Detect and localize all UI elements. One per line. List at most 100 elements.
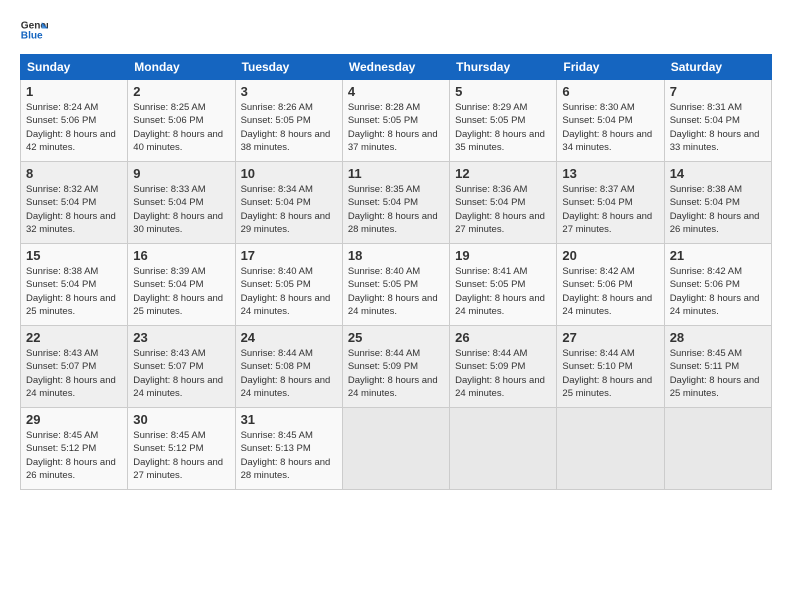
weekday-header-tuesday: Tuesday xyxy=(235,55,342,80)
day-cell: 8 Sunrise: 8:32 AMSunset: 5:04 PMDayligh… xyxy=(21,162,128,244)
day-number: 29 xyxy=(26,412,122,427)
day-cell: 11 Sunrise: 8:35 AMSunset: 5:04 PMDaylig… xyxy=(342,162,449,244)
day-number: 14 xyxy=(670,166,766,181)
day-number: 31 xyxy=(241,412,337,427)
day-cell: 28 Sunrise: 8:45 AMSunset: 5:11 PMDaylig… xyxy=(664,326,771,408)
day-number: 13 xyxy=(562,166,658,181)
logo-icon: General Blue xyxy=(20,16,48,44)
day-number: 26 xyxy=(455,330,551,345)
day-cell: 20 Sunrise: 8:42 AMSunset: 5:06 PMDaylig… xyxy=(557,244,664,326)
day-cell: 13 Sunrise: 8:37 AMSunset: 5:04 PMDaylig… xyxy=(557,162,664,244)
day-cell: 22 Sunrise: 8:43 AMSunset: 5:07 PMDaylig… xyxy=(21,326,128,408)
day-number: 18 xyxy=(348,248,444,263)
day-number: 11 xyxy=(348,166,444,181)
day-detail: Sunrise: 8:24 AMSunset: 5:06 PMDaylight:… xyxy=(26,102,116,153)
day-number: 20 xyxy=(562,248,658,263)
day-cell: 6 Sunrise: 8:30 AMSunset: 5:04 PMDayligh… xyxy=(557,80,664,162)
day-cell: 2 Sunrise: 8:25 AMSunset: 5:06 PMDayligh… xyxy=(128,80,235,162)
day-detail: Sunrise: 8:31 AMSunset: 5:04 PMDaylight:… xyxy=(670,102,760,153)
calendar: SundayMondayTuesdayWednesdayThursdayFrid… xyxy=(20,54,772,490)
day-number: 5 xyxy=(455,84,551,99)
day-detail: Sunrise: 8:41 AMSunset: 5:05 PMDaylight:… xyxy=(455,266,545,317)
day-number: 25 xyxy=(348,330,444,345)
day-detail: Sunrise: 8:30 AMSunset: 5:04 PMDaylight:… xyxy=(562,102,652,153)
day-number: 17 xyxy=(241,248,337,263)
day-detail: Sunrise: 8:37 AMSunset: 5:04 PMDaylight:… xyxy=(562,184,652,235)
day-cell: 25 Sunrise: 8:44 AMSunset: 5:09 PMDaylig… xyxy=(342,326,449,408)
day-cell: 16 Sunrise: 8:39 AMSunset: 5:04 PMDaylig… xyxy=(128,244,235,326)
day-detail: Sunrise: 8:44 AMSunset: 5:09 PMDaylight:… xyxy=(455,348,545,399)
day-detail: Sunrise: 8:45 AMSunset: 5:12 PMDaylight:… xyxy=(26,430,116,481)
weekday-header-wednesday: Wednesday xyxy=(342,55,449,80)
day-detail: Sunrise: 8:33 AMSunset: 5:04 PMDaylight:… xyxy=(133,184,223,235)
day-detail: Sunrise: 8:45 AMSunset: 5:11 PMDaylight:… xyxy=(670,348,760,399)
week-row-1: 1 Sunrise: 8:24 AMSunset: 5:06 PMDayligh… xyxy=(21,80,772,162)
day-cell: 23 Sunrise: 8:43 AMSunset: 5:07 PMDaylig… xyxy=(128,326,235,408)
day-detail: Sunrise: 8:45 AMSunset: 5:12 PMDaylight:… xyxy=(133,430,223,481)
weekday-header-thursday: Thursday xyxy=(450,55,557,80)
calendar-body: 1 Sunrise: 8:24 AMSunset: 5:06 PMDayligh… xyxy=(21,80,772,490)
day-cell: 1 Sunrise: 8:24 AMSunset: 5:06 PMDayligh… xyxy=(21,80,128,162)
day-detail: Sunrise: 8:44 AMSunset: 5:08 PMDaylight:… xyxy=(241,348,331,399)
weekday-header-monday: Monday xyxy=(128,55,235,80)
day-detail: Sunrise: 8:43 AMSunset: 5:07 PMDaylight:… xyxy=(133,348,223,399)
day-cell: 19 Sunrise: 8:41 AMSunset: 5:05 PMDaylig… xyxy=(450,244,557,326)
header: General Blue xyxy=(20,16,772,44)
day-number: 10 xyxy=(241,166,337,181)
day-cell: 30 Sunrise: 8:45 AMSunset: 5:12 PMDaylig… xyxy=(128,408,235,490)
day-detail: Sunrise: 8:36 AMSunset: 5:04 PMDaylight:… xyxy=(455,184,545,235)
day-number: 4 xyxy=(348,84,444,99)
day-cell: 26 Sunrise: 8:44 AMSunset: 5:09 PMDaylig… xyxy=(450,326,557,408)
weekday-header-sunday: Sunday xyxy=(21,55,128,80)
week-row-2: 8 Sunrise: 8:32 AMSunset: 5:04 PMDayligh… xyxy=(21,162,772,244)
day-detail: Sunrise: 8:38 AMSunset: 5:04 PMDaylight:… xyxy=(26,266,116,317)
day-cell: 17 Sunrise: 8:40 AMSunset: 5:05 PMDaylig… xyxy=(235,244,342,326)
day-detail: Sunrise: 8:28 AMSunset: 5:05 PMDaylight:… xyxy=(348,102,438,153)
week-row-5: 29 Sunrise: 8:45 AMSunset: 5:12 PMDaylig… xyxy=(21,408,772,490)
day-number: 1 xyxy=(26,84,122,99)
day-number: 6 xyxy=(562,84,658,99)
day-detail: Sunrise: 8:43 AMSunset: 5:07 PMDaylight:… xyxy=(26,348,116,399)
day-cell: 5 Sunrise: 8:29 AMSunset: 5:05 PMDayligh… xyxy=(450,80,557,162)
day-cell: 21 Sunrise: 8:42 AMSunset: 5:06 PMDaylig… xyxy=(664,244,771,326)
page: General Blue SundayMondayTuesdayWednesda… xyxy=(0,0,792,500)
day-cell: 24 Sunrise: 8:44 AMSunset: 5:08 PMDaylig… xyxy=(235,326,342,408)
day-number: 7 xyxy=(670,84,766,99)
day-cell: 10 Sunrise: 8:34 AMSunset: 5:04 PMDaylig… xyxy=(235,162,342,244)
day-cell xyxy=(664,408,771,490)
day-number: 23 xyxy=(133,330,229,345)
day-number: 24 xyxy=(241,330,337,345)
day-detail: Sunrise: 8:40 AMSunset: 5:05 PMDaylight:… xyxy=(241,266,331,317)
day-cell: 31 Sunrise: 8:45 AMSunset: 5:13 PMDaylig… xyxy=(235,408,342,490)
day-detail: Sunrise: 8:38 AMSunset: 5:04 PMDaylight:… xyxy=(670,184,760,235)
day-cell: 27 Sunrise: 8:44 AMSunset: 5:10 PMDaylig… xyxy=(557,326,664,408)
day-detail: Sunrise: 8:26 AMSunset: 5:05 PMDaylight:… xyxy=(241,102,331,153)
day-cell: 3 Sunrise: 8:26 AMSunset: 5:05 PMDayligh… xyxy=(235,80,342,162)
day-number: 28 xyxy=(670,330,766,345)
day-cell: 14 Sunrise: 8:38 AMSunset: 5:04 PMDaylig… xyxy=(664,162,771,244)
day-detail: Sunrise: 8:44 AMSunset: 5:10 PMDaylight:… xyxy=(562,348,652,399)
weekday-row: SundayMondayTuesdayWednesdayThursdayFrid… xyxy=(21,55,772,80)
weekday-header-saturday: Saturday xyxy=(664,55,771,80)
day-detail: Sunrise: 8:34 AMSunset: 5:04 PMDaylight:… xyxy=(241,184,331,235)
logo: General Blue xyxy=(20,16,52,44)
day-cell xyxy=(342,408,449,490)
day-number: 19 xyxy=(455,248,551,263)
day-detail: Sunrise: 8:29 AMSunset: 5:05 PMDaylight:… xyxy=(455,102,545,153)
day-cell: 29 Sunrise: 8:45 AMSunset: 5:12 PMDaylig… xyxy=(21,408,128,490)
day-detail: Sunrise: 8:35 AMSunset: 5:04 PMDaylight:… xyxy=(348,184,438,235)
day-detail: Sunrise: 8:32 AMSunset: 5:04 PMDaylight:… xyxy=(26,184,116,235)
day-cell: 15 Sunrise: 8:38 AMSunset: 5:04 PMDaylig… xyxy=(21,244,128,326)
day-number: 30 xyxy=(133,412,229,427)
day-cell: 7 Sunrise: 8:31 AMSunset: 5:04 PMDayligh… xyxy=(664,80,771,162)
day-detail: Sunrise: 8:40 AMSunset: 5:05 PMDaylight:… xyxy=(348,266,438,317)
day-number: 2 xyxy=(133,84,229,99)
day-number: 9 xyxy=(133,166,229,181)
day-number: 16 xyxy=(133,248,229,263)
day-number: 8 xyxy=(26,166,122,181)
day-number: 15 xyxy=(26,248,122,263)
day-cell: 18 Sunrise: 8:40 AMSunset: 5:05 PMDaylig… xyxy=(342,244,449,326)
day-detail: Sunrise: 8:39 AMSunset: 5:04 PMDaylight:… xyxy=(133,266,223,317)
day-cell: 4 Sunrise: 8:28 AMSunset: 5:05 PMDayligh… xyxy=(342,80,449,162)
day-cell xyxy=(450,408,557,490)
